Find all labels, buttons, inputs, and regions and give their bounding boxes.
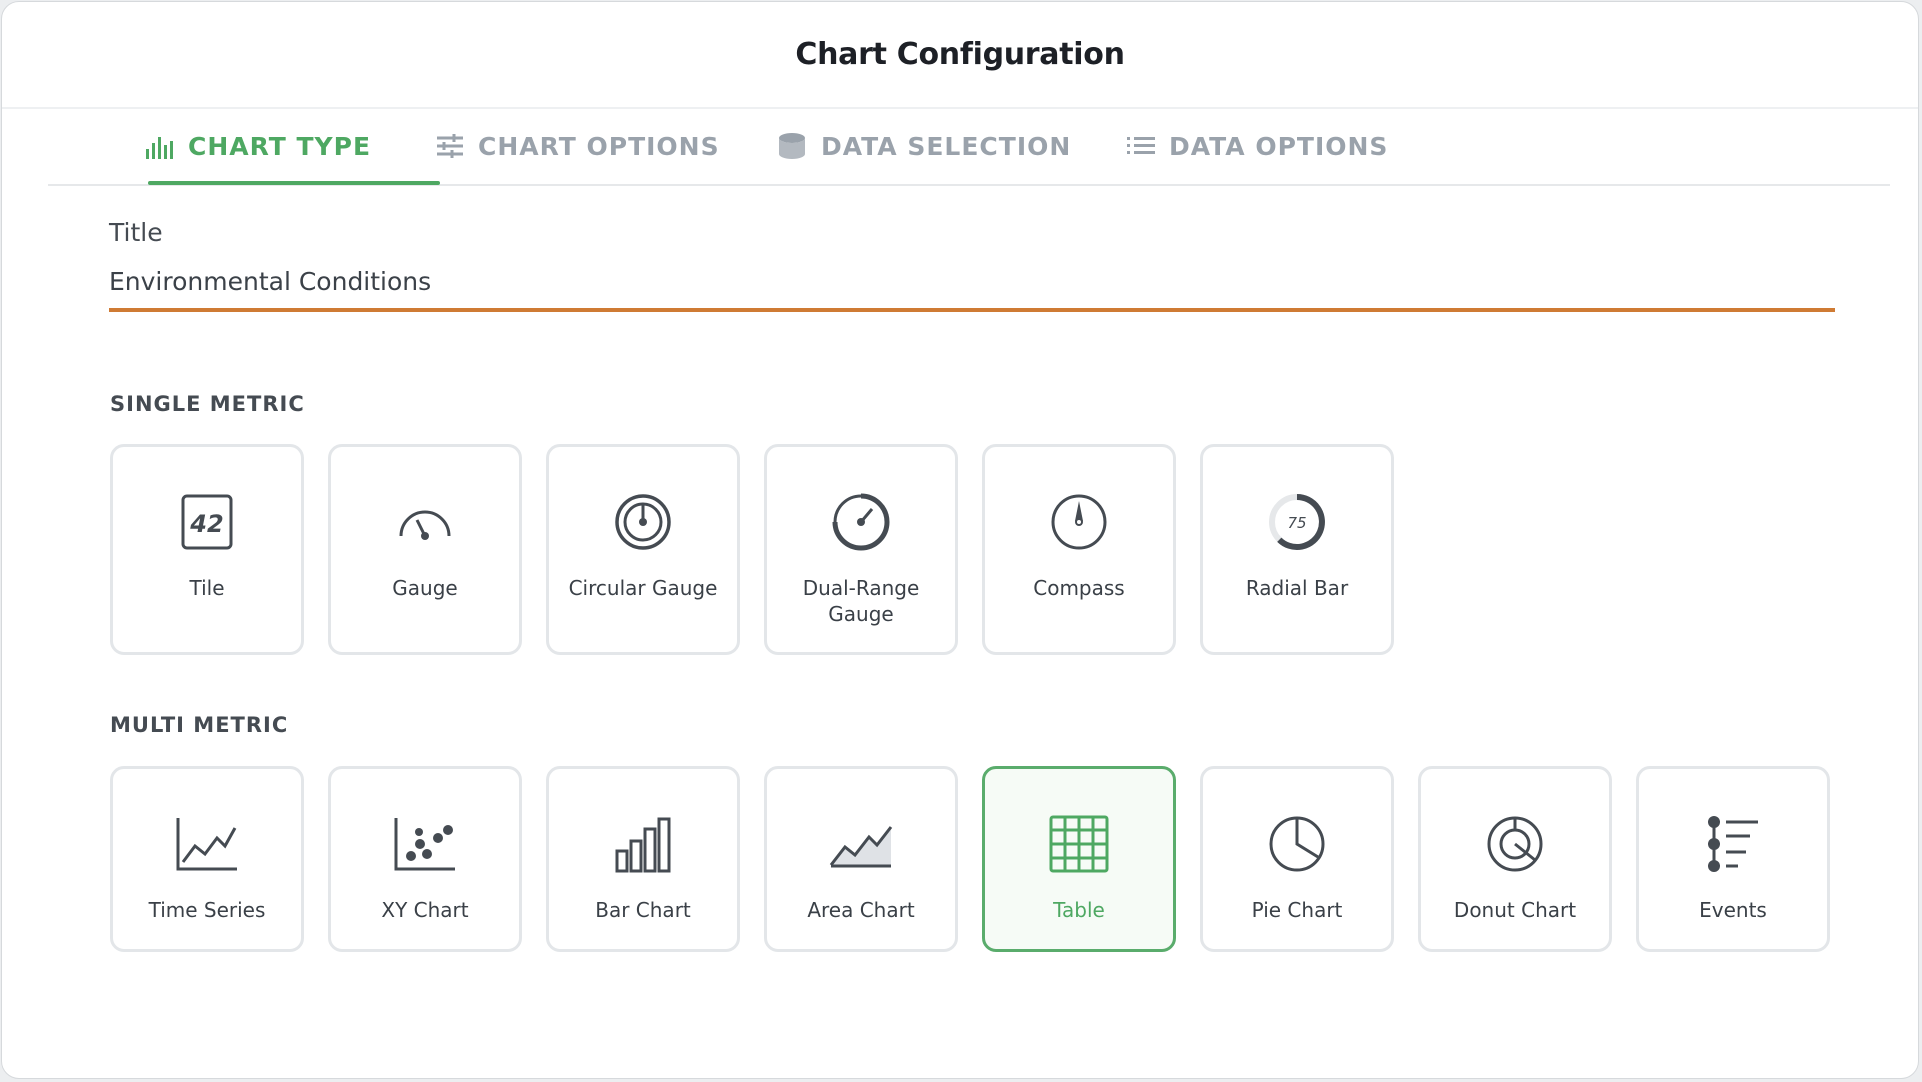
circular-gauge-icon — [608, 487, 678, 557]
bar-chart-icon — [146, 137, 173, 159]
card-label: Tile — [189, 576, 225, 600]
radial-bar-icon-value: 75 — [1287, 514, 1306, 532]
card-label: Time Series — [148, 898, 266, 922]
chart-type-donut-chart[interactable]: Donut Chart — [1418, 766, 1612, 952]
title-label: Title — [109, 218, 163, 247]
dialog-header: Chart Configuration — [2, 2, 1918, 109]
area-chart-icon — [826, 809, 896, 879]
chart-type-table[interactable]: Table — [982, 766, 1176, 952]
tab-label: CHART OPTIONS — [478, 131, 720, 161]
dialog-title: Chart Configuration — [795, 37, 1125, 72]
chart-type-compass[interactable]: Compass — [982, 444, 1176, 655]
chart-type-gauge[interactable]: Gauge — [328, 444, 522, 655]
multi-metric-heading: MULTI METRIC — [110, 713, 289, 737]
card-label: Area Chart — [807, 898, 915, 922]
chart-type-radial-bar[interactable]: 75 Radial Bar — [1200, 444, 1394, 655]
tab-label: DATA SELECTION — [821, 131, 1072, 161]
pie-chart-icon — [1262, 809, 1332, 879]
card-label: Table — [1053, 898, 1105, 922]
card-label: Donut Chart — [1453, 898, 1577, 922]
donut-chart-icon — [1480, 809, 1550, 879]
chart-type-events[interactable]: Events — [1636, 766, 1830, 952]
tab-label: CHART TYPE — [188, 131, 372, 161]
sliders-icon — [437, 134, 463, 158]
chart-type-bar-chart[interactable]: Bar Chart — [546, 766, 740, 952]
chart-type-pie-chart[interactable]: Pie Chart — [1200, 766, 1394, 952]
card-label: XY Chart — [381, 898, 469, 922]
card-label: Circular Gauge — [568, 576, 718, 600]
card-label: Events — [1699, 898, 1767, 922]
card-label: Radial Bar — [1245, 576, 1349, 600]
table-icon — [1044, 809, 1114, 879]
card-label: Dual-Range Gauge — [802, 576, 920, 626]
events-icon — [1698, 809, 1768, 879]
single-metric-grid: 42 Tile Gauge Circular Gauge Dual-Range … — [110, 444, 1394, 655]
list-icon — [1127, 137, 1155, 154]
tab-label: DATA OPTIONS — [1169, 131, 1389, 161]
chart-configuration-dialog: Chart Configuration CHART TYPE CHART OPT… — [1, 1, 1919, 1079]
chart-type-area-chart[interactable]: Area Chart — [764, 766, 958, 952]
chart-type-xy-chart[interactable]: XY Chart — [328, 766, 522, 952]
radial-bar-icon: 75 — [1262, 487, 1332, 557]
card-label: Gauge — [392, 576, 458, 600]
chart-type-time-series[interactable]: Time Series — [110, 766, 304, 952]
xy-chart-icon — [390, 809, 460, 879]
title-field: Title — [109, 218, 1835, 312]
chart-type-circular-gauge[interactable]: Circular Gauge — [546, 444, 740, 655]
card-label: Pie Chart — [1251, 898, 1343, 922]
chart-type-dual-range-gauge[interactable]: Dual-Range Gauge — [764, 444, 958, 655]
single-metric-heading: SINGLE METRIC — [110, 392, 305, 416]
multi-metric-grid: Time Series XY Chart Bar Chart Area Char… — [110, 766, 1830, 952]
card-label: Bar Chart — [595, 898, 691, 922]
bar-chart-icon — [608, 809, 678, 879]
tab-chart-type[interactable]: CHART TYPE — [144, 108, 371, 184]
tab-bar: CHART TYPE CHART OPTIONS DATA SELECTION — [48, 108, 1890, 186]
tab-chart-options[interactable]: CHART OPTIONS — [436, 108, 720, 184]
active-tab-indicator — [148, 181, 440, 185]
title-input[interactable] — [109, 267, 1835, 312]
tab-data-options[interactable]: DATA OPTIONS — [1127, 108, 1388, 184]
dual-range-gauge-icon — [826, 487, 896, 557]
tile-icon: 42 — [172, 487, 242, 557]
gauge-icon — [390, 487, 460, 557]
compass-icon — [1044, 487, 1114, 557]
database-icon — [779, 133, 805, 159]
time-series-icon — [172, 809, 242, 879]
chart-type-tile[interactable]: 42 Tile — [110, 444, 304, 655]
card-label: Compass — [1033, 576, 1125, 600]
tab-data-selection[interactable]: DATA SELECTION — [777, 108, 1071, 184]
tile-icon-value: 42 — [189, 510, 223, 538]
